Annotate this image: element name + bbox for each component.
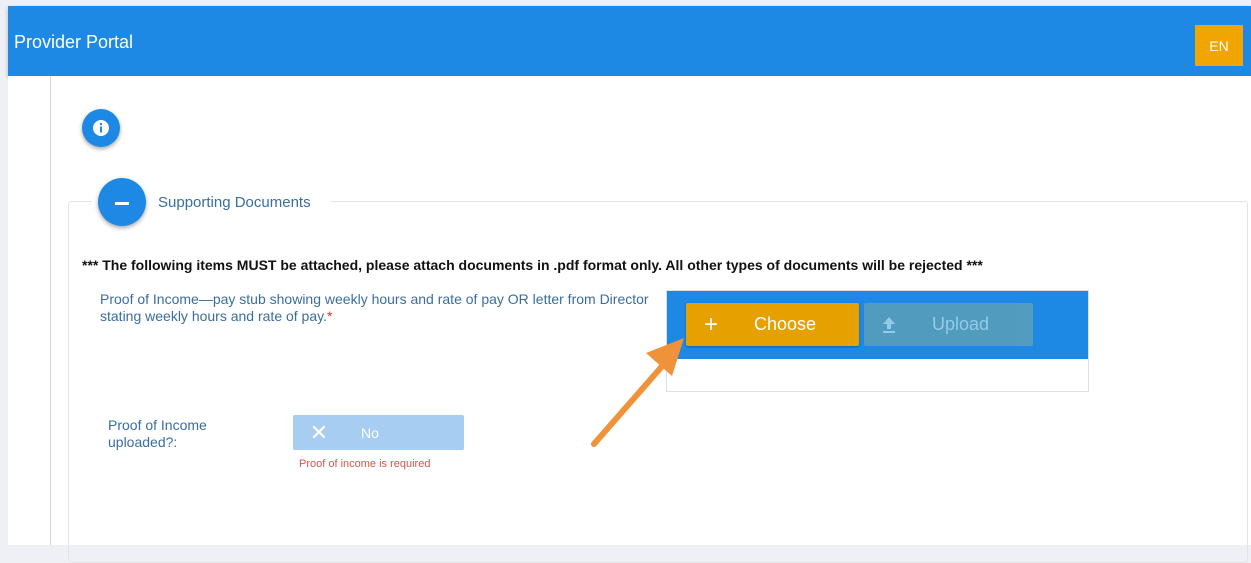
- annotation-arrow: [591, 338, 684, 447]
